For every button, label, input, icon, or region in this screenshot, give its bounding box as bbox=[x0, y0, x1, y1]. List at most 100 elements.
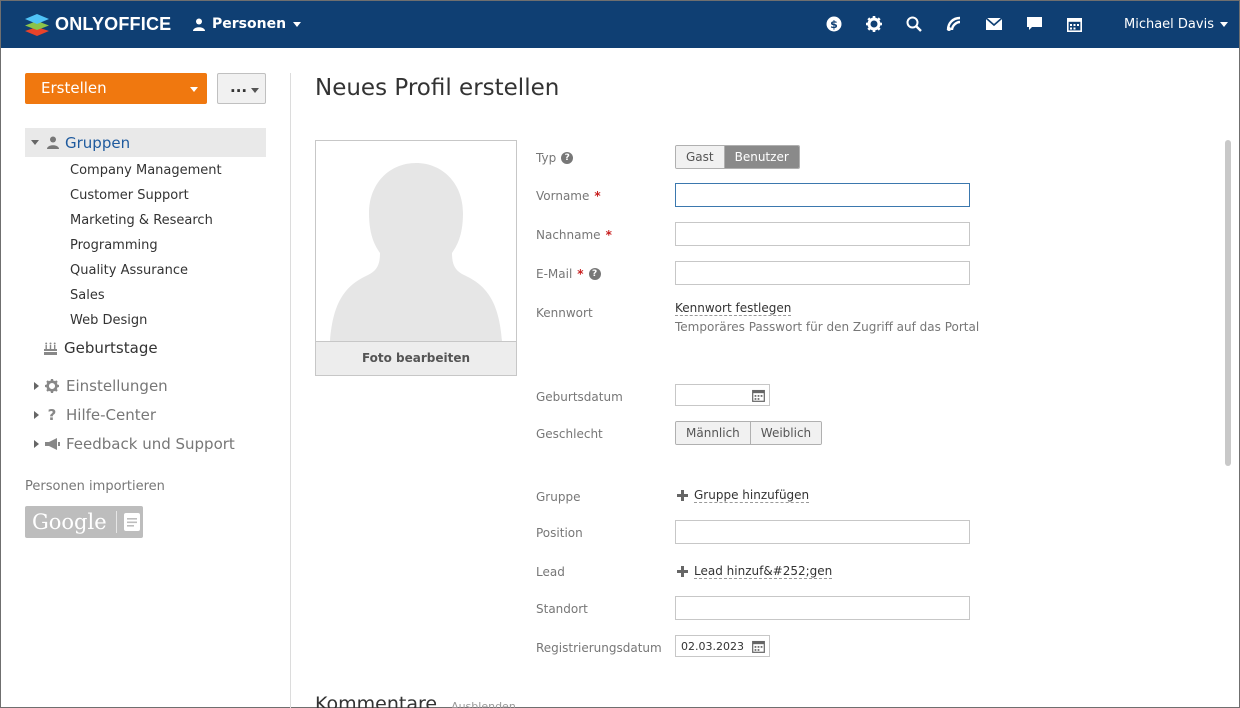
feed-icon[interactable] bbox=[944, 14, 964, 34]
lastname-label: Nachname * bbox=[536, 228, 612, 242]
type-label: Typ ? bbox=[536, 151, 574, 165]
group-label: Gruppe bbox=[536, 490, 581, 504]
location-label: Standort bbox=[536, 602, 588, 616]
group-item[interactable]: Company Management bbox=[70, 161, 222, 186]
import-title: Personen importieren bbox=[25, 479, 165, 494]
top-bar: ONLYOFFICE Personen $ Michael Davis bbox=[1, 1, 1239, 48]
gender-option-female[interactable]: Weiblich bbox=[749, 422, 822, 444]
regdate-label: Registrierungsdatum bbox=[536, 641, 662, 655]
add-group-label: Gruppe hinzufügen bbox=[694, 488, 810, 503]
hide-comments-link[interactable]: Ausblenden bbox=[451, 700, 516, 708]
expand-icon[interactable] bbox=[34, 440, 39, 448]
lastname-input[interactable] bbox=[675, 222, 970, 246]
group-item[interactable]: Marketing & Research bbox=[70, 211, 222, 236]
more-actions-button[interactable]: ... bbox=[217, 73, 266, 104]
sidebar-item-groups[interactable]: Gruppen bbox=[25, 128, 266, 157]
calendar-icon[interactable] bbox=[752, 640, 765, 653]
sidebar-item-label: Hilfe-Center bbox=[66, 406, 157, 424]
chevron-down-icon bbox=[293, 21, 302, 27]
expand-icon[interactable] bbox=[34, 382, 39, 390]
type-label-text: Typ bbox=[536, 151, 557, 165]
location-input[interactable] bbox=[675, 596, 970, 620]
lastname-label-text: Nachname bbox=[536, 228, 601, 242]
svg-text:$: $ bbox=[830, 18, 838, 31]
calendar-icon[interactable] bbox=[1064, 14, 1084, 34]
type-option-guest[interactable]: Gast bbox=[676, 146, 724, 168]
firstname-label-text: Vorname bbox=[536, 189, 590, 203]
question-icon: ? bbox=[47, 406, 57, 424]
group-item[interactable]: Programming bbox=[70, 236, 222, 261]
gear-icon bbox=[44, 378, 60, 394]
cake-icon bbox=[44, 342, 57, 355]
photo-box[interactable]: Foto bearbeiten bbox=[315, 140, 517, 376]
sidebar-divider bbox=[290, 73, 291, 708]
document-icon bbox=[123, 513, 140, 531]
expand-icon[interactable] bbox=[31, 140, 39, 145]
help-icon[interactable]: ? bbox=[561, 152, 574, 164]
gender-option-male[interactable]: Männlich bbox=[676, 422, 750, 444]
password-hint: Temporäres Passwort für den Zugriff auf … bbox=[675, 320, 980, 334]
person-icon bbox=[47, 136, 59, 149]
sidebar-item-label: Gruppen bbox=[65, 133, 131, 152]
sidebar-item-settings[interactable]: Einstellungen bbox=[34, 377, 168, 395]
firstname-input[interactable] bbox=[675, 183, 970, 207]
scrollbar[interactable] bbox=[1225, 140, 1231, 466]
create-button[interactable]: Erstellen bbox=[25, 73, 207, 104]
email-input[interactable] bbox=[675, 261, 970, 285]
chevron-down-icon bbox=[1219, 22, 1228, 27]
birthday-input[interactable] bbox=[675, 384, 770, 406]
group-item[interactable]: Sales bbox=[70, 286, 222, 311]
add-lead-link[interactable]: Lead hinzuf&#252;gen bbox=[677, 564, 833, 579]
chevron-down-icon bbox=[251, 88, 259, 93]
avatar-placeholder-icon bbox=[330, 163, 502, 341]
user-name: Michael Davis bbox=[1124, 17, 1214, 32]
create-button-label: Erstellen bbox=[41, 79, 107, 97]
plus-icon bbox=[677, 566, 688, 577]
sidebar-item-label: Geburtstage bbox=[64, 339, 158, 357]
add-lead-label: Lead hinzuf&#252;gen bbox=[694, 564, 833, 579]
page-title: Neues Profil erstellen bbox=[315, 75, 560, 101]
calendar-icon[interactable] bbox=[752, 389, 765, 402]
group-list: Company Management Customer Support Mark… bbox=[70, 161, 222, 336]
expand-icon[interactable] bbox=[34, 411, 39, 419]
sidebar-item-birthdays[interactable]: Geburtstage bbox=[44, 339, 158, 357]
logo-icon bbox=[25, 12, 49, 36]
type-option-user[interactable]: Benutzer bbox=[723, 146, 799, 168]
google-label: Google bbox=[32, 510, 107, 534]
required-marker: * bbox=[577, 267, 584, 281]
lead-label: Lead bbox=[536, 565, 565, 579]
comments-title: Kommentare bbox=[315, 693, 438, 708]
brand-name: ONLYOFFICE bbox=[55, 13, 172, 34]
edit-photo-button[interactable]: Foto bearbeiten bbox=[316, 341, 516, 375]
settings-icon[interactable] bbox=[864, 14, 884, 34]
set-password-link[interactable]: Kennwort festlegen bbox=[675, 301, 792, 316]
divider bbox=[115, 511, 117, 533]
person-icon bbox=[193, 18, 205, 31]
add-group-link[interactable]: Gruppe hinzufügen bbox=[677, 488, 810, 503]
sidebar-item-feedback[interactable]: Feedback und Support bbox=[34, 435, 235, 453]
sidebar-item-help-center[interactable]: ? Hilfe-Center bbox=[34, 406, 156, 424]
module-switcher[interactable]: Personen bbox=[193, 16, 302, 32]
billing-icon[interactable]: $ bbox=[824, 14, 844, 34]
group-item[interactable]: Customer Support bbox=[70, 186, 222, 211]
more-button-label: ... bbox=[230, 78, 248, 96]
onlyoffice-logo[interactable]: ONLYOFFICE bbox=[25, 12, 171, 36]
megaphone-icon bbox=[44, 436, 60, 452]
birthday-label: Geburtsdatum bbox=[536, 390, 623, 404]
mail-icon[interactable] bbox=[984, 14, 1004, 34]
module-name: Personen bbox=[212, 16, 287, 32]
search-icon[interactable] bbox=[904, 14, 924, 34]
group-item[interactable]: Quality Assurance bbox=[70, 261, 222, 286]
firstname-label: Vorname * bbox=[536, 189, 601, 203]
email-label: E-Mail * ? bbox=[536, 267, 601, 281]
comments-section: Kommentare Ausblenden bbox=[315, 693, 516, 708]
group-item[interactable]: Web Design bbox=[70, 311, 222, 336]
type-toggle: Gast Benutzer bbox=[675, 145, 800, 169]
help-icon[interactable]: ? bbox=[588, 268, 601, 280]
chat-icon[interactable] bbox=[1024, 14, 1044, 34]
google-import-button[interactable]: Google bbox=[25, 506, 143, 538]
regdate-input[interactable]: 02.03.2023 bbox=[675, 635, 770, 657]
required-marker: * bbox=[605, 228, 612, 242]
user-menu[interactable]: Michael Davis bbox=[1124, 17, 1228, 32]
position-input[interactable] bbox=[675, 520, 970, 544]
